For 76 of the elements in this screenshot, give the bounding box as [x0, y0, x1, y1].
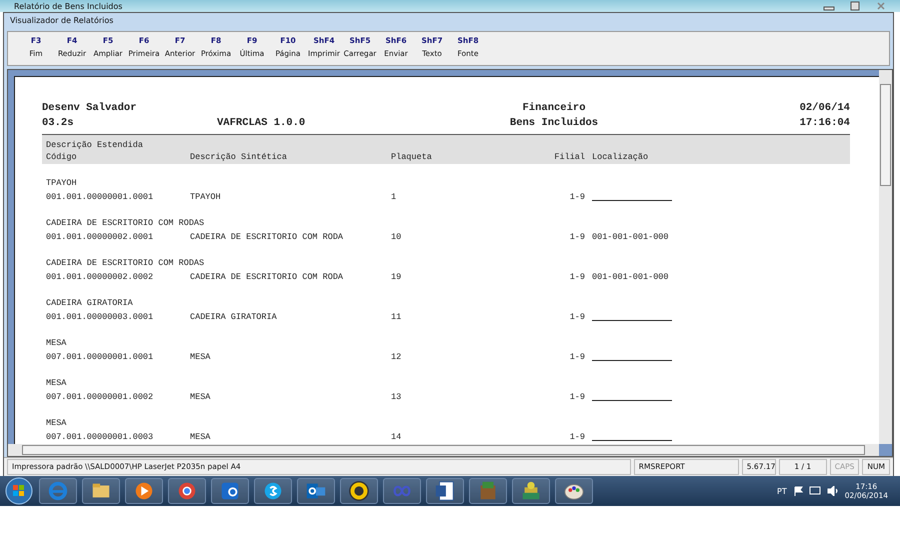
extended-description: MESA — [46, 377, 68, 390]
extended-description: MESA — [46, 337, 68, 350]
table-cell-text: 001-001-001-000 — [592, 271, 669, 284]
table-cell-text: 13 — [391, 391, 402, 404]
table-cell-text: 12 — [391, 351, 402, 364]
table-cell-text: 14 — [391, 431, 402, 444]
taskbar-button[interactable] — [512, 478, 550, 504]
e-letter-icon — [47, 480, 69, 502]
table-cell-text: 001.001.00000003.0001 — [46, 311, 154, 324]
table-cell-text: 1 — [391, 191, 398, 204]
table-cell-text: 1-9 — [568, 311, 585, 324]
window-title: Relatório de Bens Incluidos — [14, 2, 124, 10]
table-cell-text: 007.001.00000001.0003 — [46, 431, 154, 444]
program-name: VAFRCLAS 1.0.0 — [217, 116, 306, 131]
taskbar-button[interactable] — [297, 478, 335, 504]
horizontal-scrollbar[interactable] — [8, 444, 879, 456]
document-icon — [434, 480, 456, 502]
network-icon[interactable] — [808, 486, 821, 496]
table-cell-text: 001.001.00000001.0001 — [46, 191, 154, 204]
flag-icon[interactable] — [792, 486, 803, 496]
column-header: Código — [46, 151, 78, 163]
extended-description: CADEIRA DE ESCRITORIO COM RODAS — [46, 217, 206, 230]
report-title: Bens Incluidos — [508, 116, 600, 131]
taskbar-button[interactable] — [555, 478, 593, 504]
column-header: Plaqueta — [391, 151, 433, 163]
table-cell-text: MESA — [190, 391, 212, 404]
column-header: Descrição Sintética — [190, 151, 288, 163]
table-cell-text: 19 — [391, 271, 402, 284]
column-header: Filial — [553, 151, 585, 163]
table-cell-text: TPAYOH — [190, 191, 222, 204]
taskbar-button[interactable] — [211, 478, 249, 504]
extended-description: CADEIRA GIRATORIA — [46, 297, 134, 310]
table-cell-text: 001.001.00000002.0002 — [46, 271, 154, 284]
table-cell-text: CADEIRA DE ESCRITORIO COM RODA — [190, 231, 344, 244]
taskbar-button[interactable] — [426, 478, 464, 504]
table-cell-text: 001-001-001-000 — [592, 231, 669, 244]
report-date: 02/06/14 — [798, 101, 850, 116]
table-cell-text: CADEIRA DE ESCRITORIO COM RODA — [190, 271, 344, 284]
column-header: Localização — [592, 151, 648, 163]
taskbar-button[interactable] — [168, 478, 206, 504]
module-name: Financeiro — [521, 101, 586, 116]
table-cell-text: 1-9 — [568, 391, 585, 404]
table-cell-text: 1-9 — [568, 431, 585, 444]
stack-icon — [520, 480, 542, 502]
maximize-icon[interactable] — [848, 1, 862, 11]
extended-description: TPAYOH — [46, 177, 78, 190]
table-cell-text: 11 — [391, 311, 402, 324]
circle-icon — [176, 480, 198, 502]
taskbar-button[interactable] — [340, 478, 378, 504]
table-cell-text: MESA — [190, 431, 212, 444]
company-name: Desenv Salvador — [42, 101, 138, 116]
volume-icon[interactable] — [826, 486, 839, 496]
play-icon — [133, 480, 155, 502]
extended-description: MESA — [46, 417, 68, 430]
table-cell-text: CADEIRA GIRATORIA — [190, 311, 278, 324]
table-cell-text: 007.001.00000001.0001 — [46, 351, 154, 364]
column-header: Descrição Estendida — [46, 139, 144, 151]
square-icon — [219, 480, 241, 502]
table-cell-text: 001.001.00000002.0001 — [46, 231, 154, 244]
table-cell-text: 007.001.00000001.0002 — [46, 391, 154, 404]
vertical-scrollbar[interactable] — [879, 70, 892, 444]
table-cell-text: 1-9 — [568, 271, 585, 284]
table-cell-text: 1-9 — [568, 351, 585, 364]
table-cell-text: MESA — [190, 351, 212, 364]
report-time: 17:16:04 — [798, 116, 850, 131]
table-cell-text: 1-9 — [568, 191, 585, 204]
taskbar-button[interactable] — [82, 478, 120, 504]
taskbar-button[interactable] — [254, 478, 292, 504]
taskbar-button[interactable] — [125, 478, 163, 504]
table-cell-text: 10 — [391, 231, 402, 244]
extended-description: CADEIRA DE ESCRITORIO COM RODAS — [46, 257, 206, 270]
version-text: 03.2s — [42, 116, 75, 131]
start-button[interactable] — [4, 477, 34, 505]
language-indicator[interactable]: PT — [777, 486, 787, 496]
viewer-title: Visualizador de Relatórios — [9, 15, 114, 27]
table-cell-text: 1-9 — [568, 231, 585, 244]
